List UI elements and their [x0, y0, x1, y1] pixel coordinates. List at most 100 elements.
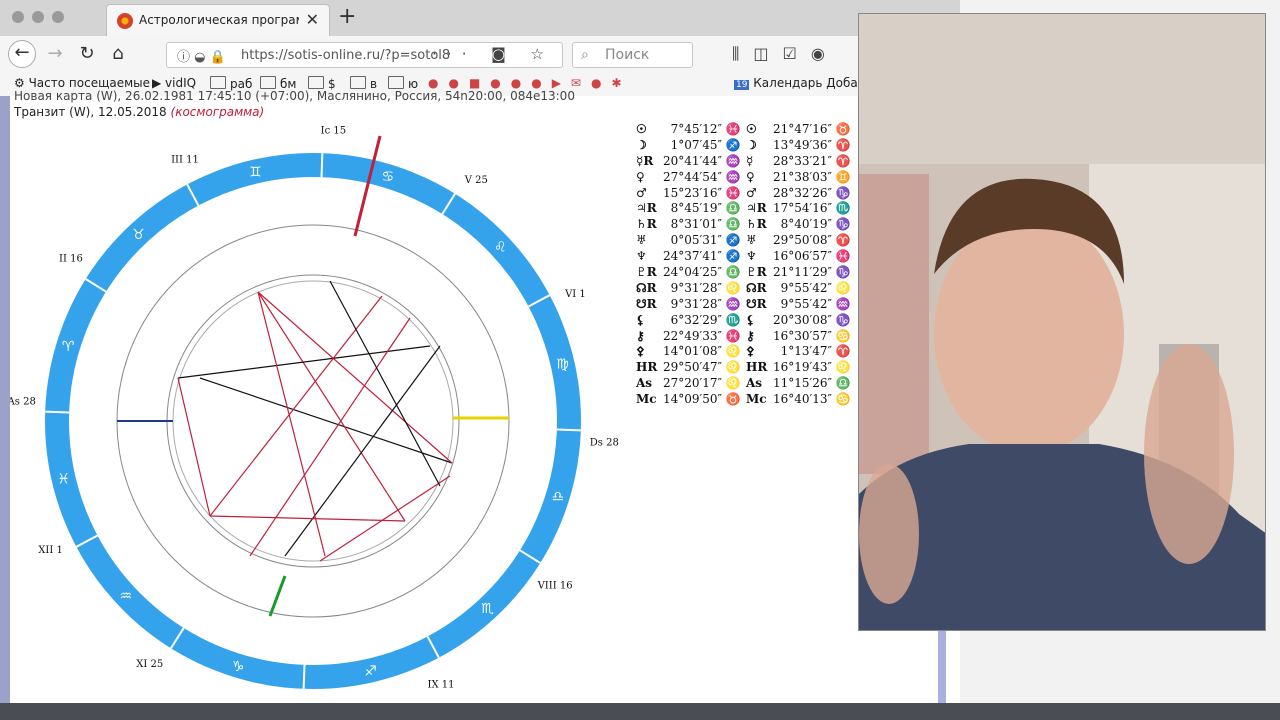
bookmark-most-visited[interactable]: ⚙ Часто посещаемые [14, 76, 150, 90]
aspect-line [329, 280, 441, 487]
minimize-window-button[interactable] [32, 11, 44, 23]
natal-planet-cell: ☋R 9°31′28″ ♒ [636, 297, 746, 311]
zodiac-sign: ♑ [835, 265, 851, 280]
planet-degree: 15°23′16″ [662, 185, 722, 200]
page-left-border [0, 96, 10, 703]
zodiac-sign: ♐ [725, 233, 741, 248]
zodiac-sign: ♌ [725, 360, 741, 375]
transit-planet-cell: ♅ 29°50′08″ ♈ [746, 233, 856, 247]
natal-planet-cell: ♃R 8°45′19″ ♎ [636, 201, 746, 215]
planet-symbol: ♇R [636, 265, 657, 280]
planet-degree: 20°30′08″ [772, 312, 832, 327]
planet-row: ☿R 20°41′44″ ♒ ☿ 28°33′21″ ♈ [636, 154, 856, 170]
planet-symbol: ☿R [636, 153, 654, 168]
zoom-window-button[interactable] [52, 11, 64, 23]
house-label: XI 25 [136, 659, 163, 670]
zodiac-sign-glyph: ♉ [132, 227, 145, 243]
page-actions-icon[interactable]: ··· ◙ ☆ [432, 45, 554, 63]
planet-positions-table: ☉ 7°45′12″ ♓ ☉ 21°47′16″ ♉ ☽ 1°07′45″ ♐ ☽ 13°49′36… [636, 122, 856, 408]
planet-degree: 16°40′13″ [772, 392, 832, 407]
forward-button[interactable]: → [42, 42, 68, 66]
planet-degree: 9°55′42″ [780, 280, 832, 295]
planet-degree: 24°04′25″ [662, 265, 722, 280]
browser-tab[interactable]: Астрологическая программа... ✕ [106, 4, 330, 36]
close-window-button[interactable] [12, 11, 24, 23]
bookmark-vidiq[interactable]: ▶ vidIQ [152, 76, 196, 90]
transit-planet-cell: Mc 16°40′13″ ♋ [746, 392, 856, 406]
zodiac-sign-glyph: ♋ [382, 169, 395, 185]
house-label: II 16 [59, 254, 83, 265]
planet-symbol: ♃R [746, 201, 767, 216]
sign-boundary [320, 153, 324, 178]
planet-degree: 21°38′03″ [772, 169, 832, 184]
zodiac-sign: ♒ [725, 153, 741, 168]
planet-degree: 16°19′43″ [772, 360, 832, 375]
zodiac-sign: ♌ [725, 344, 741, 359]
toolbar-icons[interactable]: ⫼◫☑◉ [732, 44, 839, 64]
planet-symbol: ♄R [746, 217, 767, 232]
search-placeholder: Поиск [605, 47, 650, 63]
navigation-bar: ← → ↻ ⌂ ⓘ ◒ 🔒 https://sotis-online.ru/?p… [0, 36, 960, 72]
address-bar[interactable]: ⓘ ◒ 🔒 https://sotis-online.ru/?p=sotol8 … [166, 42, 563, 68]
planet-symbol: ♀ [636, 169, 645, 184]
planet-row: ♆ 24°37′41″ ♐ ♆ 16°06′57″ ♓ [636, 249, 856, 265]
planet-row: ⚸ 6°32′29″ ♏ ⚸ 20°30′08″ ♑ [636, 313, 856, 329]
browser-window: Астрологическая программа... ✕ + ← → ↻ ⌂… [0, 0, 960, 703]
transit-planet-cell: ☊R 9°55′42″ ♌ [746, 281, 856, 295]
zodiac-sign-glyph: ♊ [249, 165, 262, 181]
planet-symbol: ♀ [746, 169, 755, 184]
zodiac-sign: ♑ [835, 185, 851, 200]
planet-symbol: ♅ [636, 233, 647, 248]
transit-planet-cell: ♃R 17°54′16″ ♏ [746, 201, 856, 215]
astrology-chart-wheel: ♈ ♉ ♊ ♋ ♌ ♍ ♎ ♏ ♐ ♑ ♒ ♓ As 28 II 16 III 11 Ic 15 V 25 VI … [7, 126, 619, 691]
reload-button[interactable]: ↻ [74, 42, 100, 66]
planet-row: ♄R 8°31′01″ ♎ ♄R 8°40′19″ ♑ [636, 217, 856, 233]
planet-symbol: ♇R [746, 265, 767, 280]
scrollbar-track[interactable] [938, 630, 946, 703]
home-button[interactable]: ⌂ [105, 42, 131, 66]
zodiac-sign-glyph: ♈ [62, 339, 75, 355]
site-info-icon[interactable]: ⓘ ◒ 🔒 [177, 46, 226, 65]
zodiac-sign-glyph: ♑ [232, 659, 245, 675]
planet-degree: 9°31′28″ [670, 296, 722, 311]
zodiac-sign: ♏ [835, 201, 851, 216]
folder-icon [210, 76, 226, 89]
zodiac-sign: ♒ [835, 296, 851, 311]
natal-planet-cell: ☊R 9°31′28″ ♌ [636, 281, 746, 295]
zodiac-sign: ♎ [835, 376, 851, 391]
planet-symbol: ♄R [636, 217, 657, 232]
zodiac-sign: ♌ [835, 360, 851, 375]
title-bar: Астрологическая программа... ✕ + [0, 0, 960, 37]
lock-icon: 🔒 [209, 50, 226, 65]
bookmark-calendar[interactable]: 19 Календарь Добави [734, 76, 873, 90]
aspect-line [209, 515, 406, 522]
natal-planet-cell: ♄R 8°31′01″ ♎ [636, 217, 746, 231]
transit-planet-cell: HR 16°19′43″ ♌ [746, 360, 856, 374]
search-input[interactable]: ⌕ Поиск [572, 42, 693, 68]
planet-row: ♇R 24°04′25″ ♎ ♇R 21°11′29″ ♑ [636, 265, 856, 281]
bookmark-icons-row[interactable]: ●●■●●●▶✉●✱ [428, 76, 632, 90]
back-button[interactable]: ← [8, 40, 36, 68]
planet-degree: 0°05′31″ [670, 233, 722, 248]
house-label: IX 11 [428, 679, 455, 690]
planet-symbol: ⚸ [636, 312, 645, 327]
calendar-icon: 19 [734, 80, 750, 90]
zodiac-sign-glyph: ♐ [364, 663, 377, 679]
aspect-line [257, 291, 453, 464]
planet-degree: 16°06′57″ [772, 249, 832, 264]
transit-planet-cell: ⚷ 16°30′57″ ♋ [746, 329, 856, 343]
transit-planet-cell: ♄R 8°40′19″ ♑ [746, 217, 856, 231]
zodiac-sign: ♑ [835, 217, 851, 232]
planet-symbol: ☉ [636, 122, 647, 136]
house-label: VI 1 [564, 289, 586, 300]
zodiac-sign-glyph: ♏ [481, 601, 494, 617]
transit-planet-cell: ☽ 13°49′36″ ♈ [746, 138, 856, 152]
house-label: Ic 15 [321, 126, 346, 137]
new-tab-icon[interactable]: + [338, 4, 356, 29]
natal-planet-cell: Mc 14°09′50″ ♉ [636, 392, 746, 406]
close-tab-icon[interactable]: ✕ [306, 10, 319, 29]
imum-coeli-line [268, 575, 287, 617]
planet-degree: 21°47′16″ [772, 122, 832, 136]
zodiac-sign: ♒ [725, 169, 741, 184]
planet-symbol: ☋R [636, 296, 657, 311]
